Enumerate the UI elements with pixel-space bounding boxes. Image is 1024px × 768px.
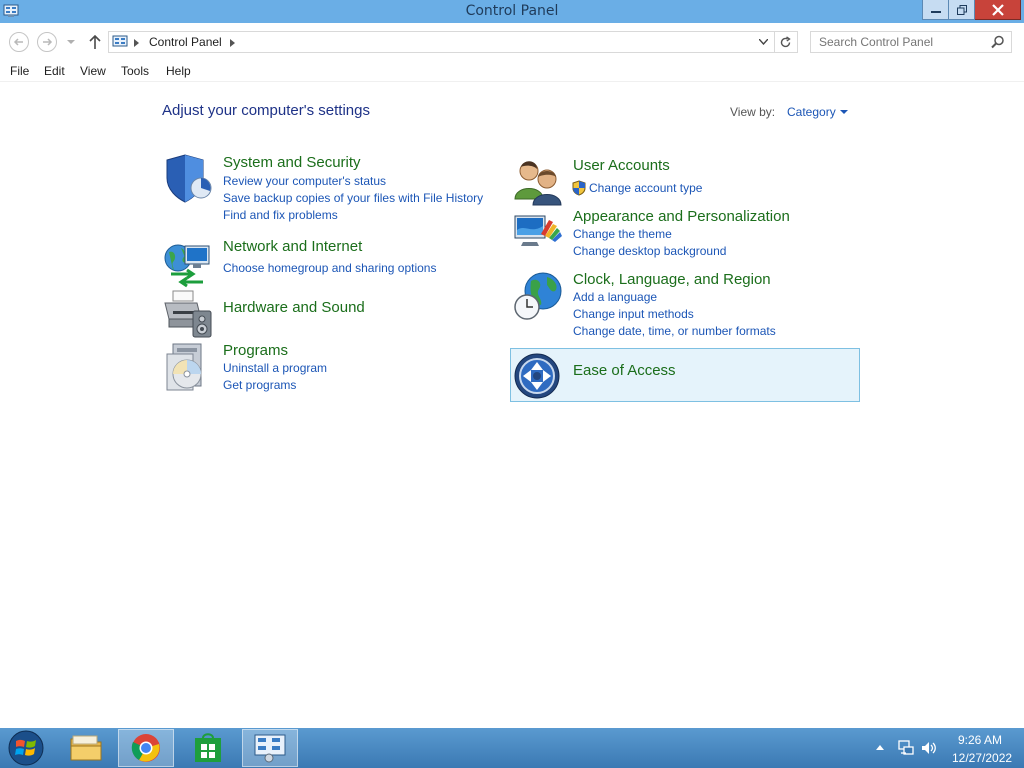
link-find-fix-problems[interactable]: Find and fix problems (223, 208, 338, 222)
category-title[interactable]: Network and Internet (223, 238, 362, 255)
view-by-chevron-icon[interactable] (840, 110, 848, 114)
clock-date[interactable]: 12/27/2022 (952, 751, 1012, 765)
address-bar-row: Control Panel (0, 23, 1024, 59)
refresh-icon[interactable] (779, 36, 792, 49)
link-homegroup-sharing[interactable]: Choose homegroup and sharing options (223, 261, 436, 275)
category-title[interactable]: Hardware and Sound (223, 299, 365, 316)
search-icon[interactable] (991, 35, 1005, 49)
window-title: Control Panel (465, 3, 559, 19)
restore-icon (956, 4, 967, 15)
category-network-and-internet: Network and Internet Choose homegroup an… (163, 238, 493, 288)
users-icon[interactable] (513, 157, 563, 207)
category-programs: Programs Uninstall a program Get program… (163, 342, 493, 398)
restore-button[interactable] (949, 0, 975, 20)
menu-view[interactable]: View (80, 64, 106, 78)
link-change-desktop-background[interactable]: Change desktop background (573, 244, 726, 258)
category-title[interactable]: System and Security (223, 154, 361, 171)
printer-speaker-icon[interactable] (163, 289, 213, 339)
link-file-history[interactable]: Save backup copies of your files with Fi… (223, 191, 483, 205)
clock-globe-icon[interactable] (513, 271, 563, 321)
chrome-icon (131, 734, 160, 762)
windows-start-icon (8, 730, 44, 766)
programs-disc-icon[interactable] (163, 342, 213, 392)
breadcrumb-arrow-icon[interactable] (134, 39, 139, 47)
category-ease-of-access: Ease of Access (513, 352, 843, 399)
address-dropdown-icon[interactable] (759, 39, 768, 45)
back-arrow-icon (13, 38, 23, 46)
category-hardware-and-sound: Hardware and Sound (163, 290, 493, 339)
category-system-and-security: System and Security Review your computer… (163, 154, 493, 224)
taskbar-control-panel[interactable] (242, 729, 298, 767)
category-title[interactable]: Clock, Language, and Region (573, 271, 771, 288)
taskbar-chrome[interactable] (118, 729, 174, 767)
taskbar-store[interactable] (180, 729, 236, 767)
show-hidden-icons-icon[interactable] (876, 744, 884, 750)
link-uninstall-program[interactable]: Uninstall a program (223, 361, 327, 375)
category-clock-language-region: Clock, Language, and Region Add a langua… (513, 271, 843, 341)
category-title[interactable]: User Accounts (573, 157, 670, 174)
title-bar: Control Panel (0, 0, 1024, 23)
taskbar (0, 728, 1024, 768)
address-field[interactable]: Control Panel (108, 31, 798, 53)
breadcrumb-control-panel[interactable]: Control Panel (149, 35, 222, 49)
breadcrumb-arrow-icon[interactable] (230, 39, 235, 47)
category-user-accounts: User Accounts Change account type (513, 157, 843, 206)
shield-icon[interactable] (163, 154, 213, 204)
up-arrow-icon[interactable] (88, 34, 102, 50)
network-globe-icon[interactable] (163, 238, 213, 288)
forward-arrow-icon (43, 38, 53, 46)
menu-tools[interactable]: Tools (121, 64, 149, 78)
folder-icon (70, 735, 102, 761)
link-change-input-methods[interactable]: Change input methods (573, 307, 694, 321)
menu-edit[interactable]: Edit (44, 64, 65, 78)
recent-pages-chevron-icon[interactable] (67, 40, 75, 45)
category-appearance-and-personalization: Appearance and Personalization Change th… (513, 208, 843, 262)
search-box[interactable] (810, 31, 1012, 53)
taskbar-file-explorer[interactable] (58, 729, 114, 767)
menu-file[interactable]: File (10, 64, 29, 78)
category-title[interactable]: Ease of Access (573, 362, 676, 379)
volume-icon[interactable] (921, 740, 937, 756)
back-button[interactable] (9, 32, 29, 52)
network-icon[interactable] (898, 740, 914, 756)
monitor-palette-icon[interactable] (513, 208, 563, 258)
link-change-date-time-formats[interactable]: Change date, time, or number formats (573, 324, 776, 338)
link-review-status[interactable]: Review your computer's status (223, 174, 386, 188)
category-title[interactable]: Appearance and Personalization (573, 208, 790, 225)
link-change-account-type[interactable]: Change account type (589, 181, 702, 195)
divider (774, 32, 775, 52)
search-input[interactable] (811, 32, 986, 52)
menu-bar: File Edit View Tools Help (0, 60, 1024, 82)
category-title[interactable]: Programs (223, 342, 288, 359)
view-by-dropdown[interactable]: Category (787, 105, 836, 119)
uac-shield-icon (572, 180, 586, 196)
control-panel-icon (112, 35, 128, 47)
forward-button[interactable] (37, 32, 57, 52)
close-icon (991, 3, 1004, 16)
clock-time[interactable]: 9:26 AM (958, 733, 1002, 747)
close-button[interactable] (975, 0, 1021, 20)
view-by-label: View by: (730, 105, 776, 119)
link-get-programs[interactable]: Get programs (223, 378, 296, 392)
minimize-icon (930, 10, 941, 13)
link-change-theme[interactable]: Change the theme (573, 227, 672, 241)
ease-of-access-icon[interactable] (513, 352, 563, 402)
page-title: Adjust your computer's settings (162, 102, 370, 119)
start-button[interactable] (0, 729, 52, 767)
menu-help[interactable]: Help (166, 64, 191, 78)
link-add-language[interactable]: Add a language (573, 290, 657, 304)
minimize-button[interactable] (922, 0, 949, 20)
store-icon (195, 733, 221, 762)
control-panel-icon (254, 734, 286, 763)
